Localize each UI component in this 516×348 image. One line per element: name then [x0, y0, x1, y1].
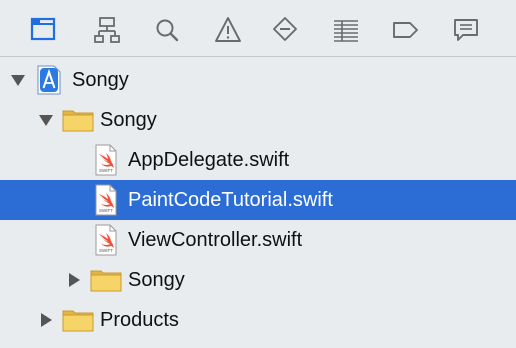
find-navigator-icon[interactable]: [147, 10, 187, 50]
tree-item-label: PaintCodeTutorial.swift: [128, 189, 333, 211]
swift-file-icon: SWIFT: [94, 220, 118, 260]
tree-item-label: AppDelegate.swift: [128, 149, 290, 171]
swift-file-icon: SWIFT: [94, 140, 118, 180]
swift-badge-text: SWIFT: [99, 208, 113, 213]
report-navigator-icon[interactable]: [446, 10, 486, 50]
tree-row-appdelegate-swift[interactable]: SWIFT AppDelegate.swift: [0, 140, 516, 180]
tree-item-label: Songy: [100, 109, 157, 131]
source-control-navigator-icon[interactable]: [87, 10, 127, 50]
disclosure-expanded-icon[interactable]: [8, 60, 28, 100]
debug-navigator-icon[interactable]: [326, 10, 366, 50]
breakpoint-navigator-icon[interactable]: [385, 10, 425, 50]
folder-icon: [90, 260, 122, 300]
disclosure-expanded-icon[interactable]: [36, 100, 56, 140]
tree-row-viewcontroller-swift[interactable]: SWIFT ViewController.swift: [0, 220, 516, 260]
tree-row-paintcodetutorial-swift[interactable]: SWIFT PaintCodeTutorial.swift: [0, 180, 516, 220]
tree-row-folder-songy[interactable]: Songy: [0, 100, 516, 140]
tree-row-subfolder-songy[interactable]: Songy: [0, 260, 516, 300]
tree-item-label: Songy: [128, 269, 185, 291]
xcode-project-icon: [34, 60, 64, 100]
swift-badge-text: SWIFT: [99, 168, 113, 173]
disclosure-collapsed-icon[interactable]: [36, 300, 56, 340]
disclosure-collapsed-icon[interactable]: [64, 260, 84, 300]
issue-navigator-icon[interactable]: [208, 10, 248, 50]
folder-icon: [62, 300, 94, 340]
project-navigator-icon[interactable]: [23, 10, 63, 50]
navigator-toolbar: [0, 0, 516, 57]
test-navigator-icon[interactable]: [265, 10, 305, 50]
swift-badge-text: SWIFT: [99, 248, 113, 253]
tree-item-label: Products: [100, 309, 179, 331]
swift-file-icon: SWIFT: [94, 180, 118, 220]
tree-row-products[interactable]: Products: [0, 300, 516, 340]
tree-item-label: ViewController.swift: [128, 229, 303, 251]
tree-item-label: Songy: [72, 69, 129, 91]
folder-icon: [62, 100, 94, 140]
project-navigator: Songy Songy SWIFT AppDelegate.swift SWIF…: [0, 0, 516, 348]
tree-row-project-songy[interactable]: Songy: [0, 60, 516, 100]
